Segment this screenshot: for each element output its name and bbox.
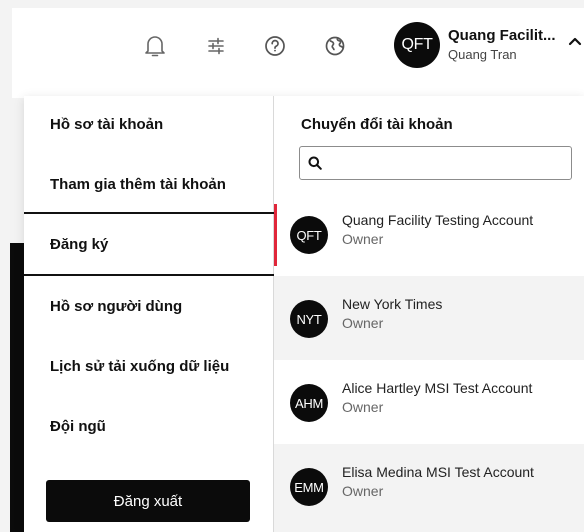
account-row-qft[interactable]: QFT Quang Facility Testing Account Owner [274, 192, 584, 276]
account-switcher-toggle[interactable]: QFT Quang Facilit... Quang Tran [394, 22, 584, 70]
current-user-name: Quang Tran [448, 47, 517, 62]
top-header: QFT Quang Facilit... Quang Tran [12, 8, 584, 98]
account-name: Alice Hartley MSI Test Account [342, 380, 533, 396]
chevron-up-icon [568, 37, 582, 46]
switcher-title: Chuyển đổi tài khoản [301, 116, 453, 133]
account-menu: Hồ sơ tài khoản Tham gia thêm tài khoản … [24, 96, 274, 532]
avatar: NYT [290, 300, 328, 338]
menu-item-join-account[interactable]: Tham gia thêm tài khoản [24, 156, 274, 212]
page: QFT Quang Facilit... Quang Tran Hồ sơ tà… [0, 0, 584, 532]
account-search [299, 146, 572, 180]
account-search-input[interactable] [328, 148, 568, 178]
menu-item-user-profile[interactable]: Hồ sơ người dùng [24, 278, 274, 334]
account-role: Owner [342, 483, 384, 499]
account-name: Quang Facility Testing Account [342, 212, 534, 228]
menu-item-download-history[interactable]: Lịch sử tải xuống dữ liệu [24, 338, 274, 394]
account-switcher: Chuyển đổi tài khoản QFT Quang Facility … [274, 96, 584, 532]
account-dropdown: Hồ sơ tài khoản Tham gia thêm tài khoản … [24, 96, 584, 532]
account-role: Owner [342, 315, 384, 331]
current-account-indicator [274, 204, 277, 266]
filters-button[interactable] [200, 30, 232, 62]
avatar: AHM [290, 384, 328, 422]
background-strip [10, 243, 24, 532]
menu-item-subscription[interactable]: Đăng ký [24, 212, 274, 276]
avatar: QFT [394, 22, 440, 68]
bell-icon [145, 36, 165, 57]
current-account-name: Quang Facilit... [448, 27, 556, 44]
account-role: Owner [342, 399, 384, 415]
menu-item-account-profile[interactable]: Hồ sơ tài khoản [24, 96, 274, 152]
account-name: Elisa Medina MSI Test Account [342, 464, 534, 480]
account-row-nyt[interactable]: NYT New York Times Owner [274, 276, 584, 360]
menu-item-team[interactable]: Đội ngũ [24, 398, 274, 454]
avatar: QFT [290, 216, 328, 254]
account-row-ahm[interactable]: AHM Alice Hartley MSI Test Account Owner [274, 360, 584, 444]
account-role: Owner [342, 231, 384, 247]
avatar: EMM [290, 468, 328, 506]
help-button[interactable] [259, 30, 291, 62]
search-icon [308, 156, 322, 170]
logout-button[interactable]: Đăng xuất [46, 480, 250, 522]
language-button[interactable] [319, 30, 351, 62]
sliders-icon [208, 37, 224, 55]
account-name: New York Times [342, 296, 443, 312]
account-row-emm[interactable]: EMM Elisa Medina MSI Test Account Owner [274, 444, 584, 532]
help-circle-icon [265, 36, 285, 56]
globe-icon [325, 36, 345, 56]
notifications-button[interactable] [139, 30, 171, 62]
